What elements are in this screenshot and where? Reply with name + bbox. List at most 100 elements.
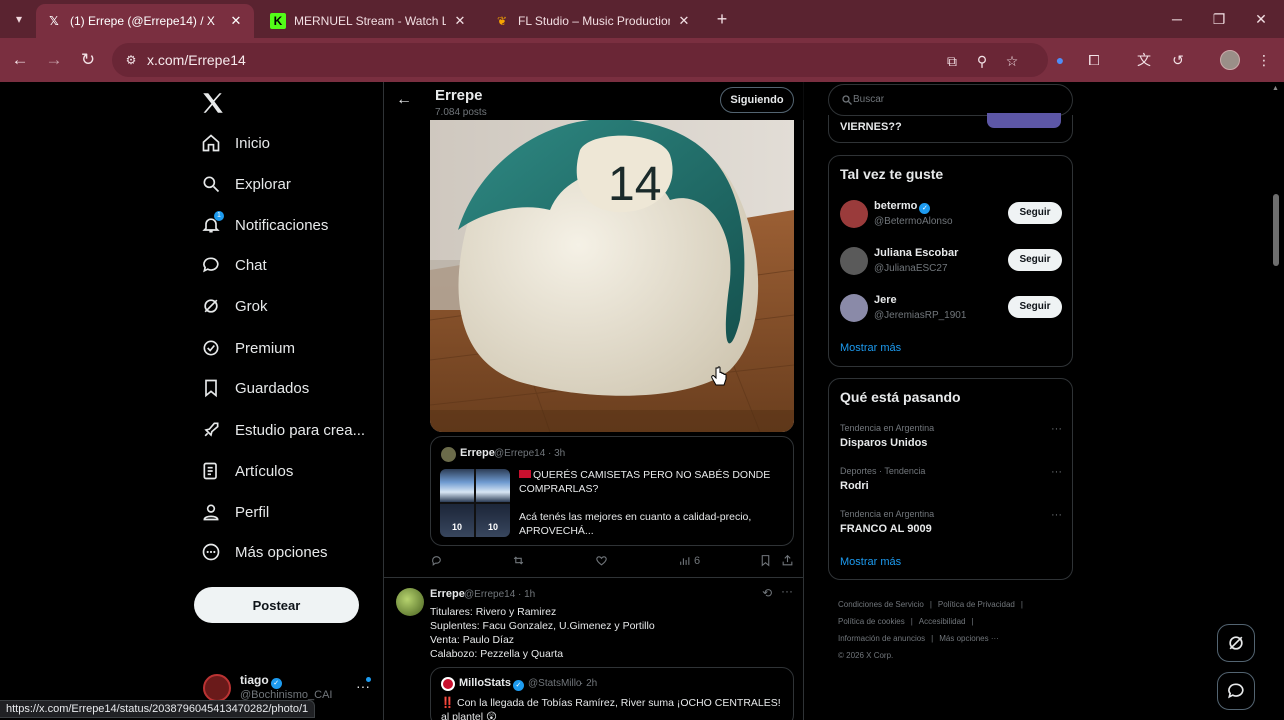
suggested-account-name[interactable]: Juliana Escobar: [874, 247, 958, 259]
nav-item-guardados[interactable]: Guardados: [200, 373, 309, 403]
search-icon: [200, 173, 222, 195]
tab-x-profile[interactable]: 𝕏 (1) Errepe (@Errepe14) / X ✕: [36, 4, 254, 38]
trend-item[interactable]: Deportes · Tendencia Rodri ···: [840, 466, 1062, 500]
x-logo-icon[interactable]: [200, 90, 226, 116]
tab-fl-studio[interactable]: ❦ FL Studio – Music Production Software …: [484, 4, 702, 38]
nav-item-estudio-para-crea[interactable]: Estudio para crea...: [200, 415, 365, 445]
avatar[interactable]: [840, 200, 868, 228]
nav-item-explorar[interactable]: Explorar: [200, 169, 291, 199]
zoom-icon[interactable]: ⚲: [972, 51, 992, 71]
avatar: [203, 674, 231, 702]
footer-link[interactable]: Política de Privacidad: [938, 600, 1015, 609]
suggested-account-name[interactable]: Jere: [874, 294, 897, 306]
person-icon: [200, 501, 222, 523]
tweet-time[interactable]: · 1h: [518, 589, 535, 600]
show-more-link[interactable]: Mostrar más: [840, 556, 901, 568]
live-event-card[interactable]: VIERNES??: [828, 113, 1073, 143]
footer-link[interactable]: Política de cookies: [838, 617, 905, 626]
scroll-up-icon[interactable]: ▲: [1272, 85, 1280, 92]
extensions-puzzle-icon[interactable]: ⧠: [1084, 50, 1104, 70]
avatar[interactable]: [840, 294, 868, 322]
footer-link[interactable]: Accesibilidad: [919, 617, 966, 626]
tweet-photo[interactable]: 14: [430, 120, 794, 432]
reload-button[interactable]: ↻: [75, 47, 101, 73]
verified-icon: ✓: [919, 203, 931, 214]
history-icon[interactable]: ↺: [1168, 50, 1188, 70]
close-tab-icon[interactable]: ✕: [452, 13, 468, 29]
install-app-icon[interactable]: ⧉: [942, 51, 962, 71]
quoted-tweet[interactable]: MilloStats ✓ @StatsMillo · 2h ‼️ Con la l…: [430, 667, 794, 720]
follow-button[interactable]: Seguir: [1008, 249, 1062, 271]
follow-button[interactable]: Seguir: [1008, 202, 1062, 224]
rocket-icon: [200, 419, 222, 441]
show-more-link[interactable]: Mostrar más: [840, 342, 901, 354]
share-button[interactable]: [781, 554, 794, 567]
repost-button[interactable]: [512, 554, 525, 567]
grok-icon[interactable]: ⟲: [762, 586, 772, 600]
quoted-tweet[interactable]: Errepe @Errepe14 · 3h 10 10 QUERÉS CAMIS…: [430, 436, 794, 546]
back-button[interactable]: ←: [7, 47, 33, 73]
tweet[interactable]: Errepe @Errepe14 · 1h ⟲ ··· Titulares: R…: [384, 578, 804, 720]
views-button[interactable]: 6: [678, 554, 700, 567]
back-arrow-icon[interactable]: ←: [396, 91, 412, 109]
site-settings-icon[interactable]: ⚙: [122, 51, 140, 69]
nav-item-perfil[interactable]: Perfil: [200, 497, 269, 527]
hand-cursor-icon: [711, 366, 727, 386]
bookmark-star-icon[interactable]: ☆: [1002, 51, 1022, 71]
suggested-account-name[interactable]: betermo ✓: [874, 200, 931, 214]
close-tab-icon[interactable]: ✕: [228, 13, 244, 29]
tweet-author-name[interactable]: Errepe: [430, 588, 465, 600]
suggested-account[interactable]: betermo ✓ @BetermoAlonso Seguir: [840, 198, 1062, 234]
avatar[interactable]: [840, 247, 868, 275]
reply-button[interactable]: [430, 554, 443, 567]
search-input[interactable]: Buscar: [828, 84, 1073, 116]
browser-menu-icon[interactable]: ⋮: [1254, 50, 1274, 70]
new-tab-button[interactable]: +: [710, 8, 734, 30]
footer-link[interactable]: Condiciones de Servicio: [838, 600, 924, 609]
url-text[interactable]: x.com/Errepe14: [147, 52, 246, 68]
more-icon[interactable]: ···: [1051, 466, 1062, 478]
post-button[interactable]: Postear: [194, 587, 359, 623]
following-button[interactable]: Siguiendo: [720, 87, 794, 113]
page-content: Inicio Explorar 1 Notificaciones Chat Grok Pre…: [0, 82, 1284, 720]
close-window-button[interactable]: ✕: [1241, 6, 1281, 32]
nav-item-más-opciones[interactable]: Más opciones: [200, 537, 328, 567]
nav-item-chat[interactable]: Chat: [200, 250, 267, 280]
minimize-button[interactable]: ─: [1157, 6, 1197, 32]
extension-icon[interactable]: ●: [1050, 50, 1070, 70]
profile-avatar[interactable]: [1220, 50, 1240, 70]
more-icon[interactable]: ···: [781, 584, 793, 598]
nav-item-notificaciones[interactable]: 1 Notificaciones: [200, 210, 328, 240]
scrollbar-thumb[interactable]: [1273, 194, 1279, 266]
nav-item-grok[interactable]: Grok: [200, 291, 268, 321]
messages-float-button[interactable]: [1217, 672, 1255, 710]
address-bar[interactable]: ⚙ x.com/Errepe14 ⧉ ⚲ ☆: [112, 43, 1048, 77]
avatar[interactable]: [396, 588, 424, 616]
footer-link[interactable]: Más opciones ···: [939, 634, 999, 643]
maximize-button[interactable]: ❐: [1199, 6, 1239, 32]
translate-icon[interactable]: 文: [1134, 50, 1154, 70]
bookmark-button[interactable]: [759, 554, 772, 567]
trend-item[interactable]: Tendencia en Argentina Disparos Unidos ···: [840, 423, 1062, 457]
tweet-author-handle[interactable]: @Errepe14: [464, 589, 515, 600]
search-placeholder: Buscar: [853, 94, 885, 105]
follow-button[interactable]: Seguir: [1008, 296, 1062, 318]
nav-item-artículos[interactable]: Artículos: [200, 456, 293, 486]
grok-float-button[interactable]: [1217, 624, 1255, 662]
nav-item-inicio[interactable]: Inicio: [200, 128, 270, 158]
more-icon[interactable]: ···: [1051, 423, 1062, 435]
footer-link[interactable]: Información de anuncios: [838, 634, 925, 643]
forward-button[interactable]: →: [41, 47, 67, 73]
jersey-number: 10: [451, 522, 462, 532]
more-icon[interactable]: ···: [1051, 509, 1062, 521]
close-tab-icon[interactable]: ✕: [676, 13, 692, 29]
trend-item[interactable]: Tendencia en Argentina FRANCO AL 9009 ···: [840, 509, 1062, 543]
suggested-account[interactable]: Jere @JeremiasRP_1901 Seguir: [840, 292, 1062, 328]
quote-line: Acá tenés las mejores en cuanto a calida…: [519, 511, 752, 537]
tab-kick-stream[interactable]: K MERNUEL Stream - Watch Live ✕: [260, 4, 478, 38]
suggested-account[interactable]: Juliana Escobar @JulianaESC27 Seguir: [840, 245, 1062, 281]
tab-title: MERNUEL Stream - Watch Live: [294, 14, 446, 28]
like-button[interactable]: [595, 554, 608, 567]
nav-item-premium[interactable]: Premium: [200, 333, 295, 363]
tab-search-button[interactable]: ▾: [8, 8, 30, 30]
